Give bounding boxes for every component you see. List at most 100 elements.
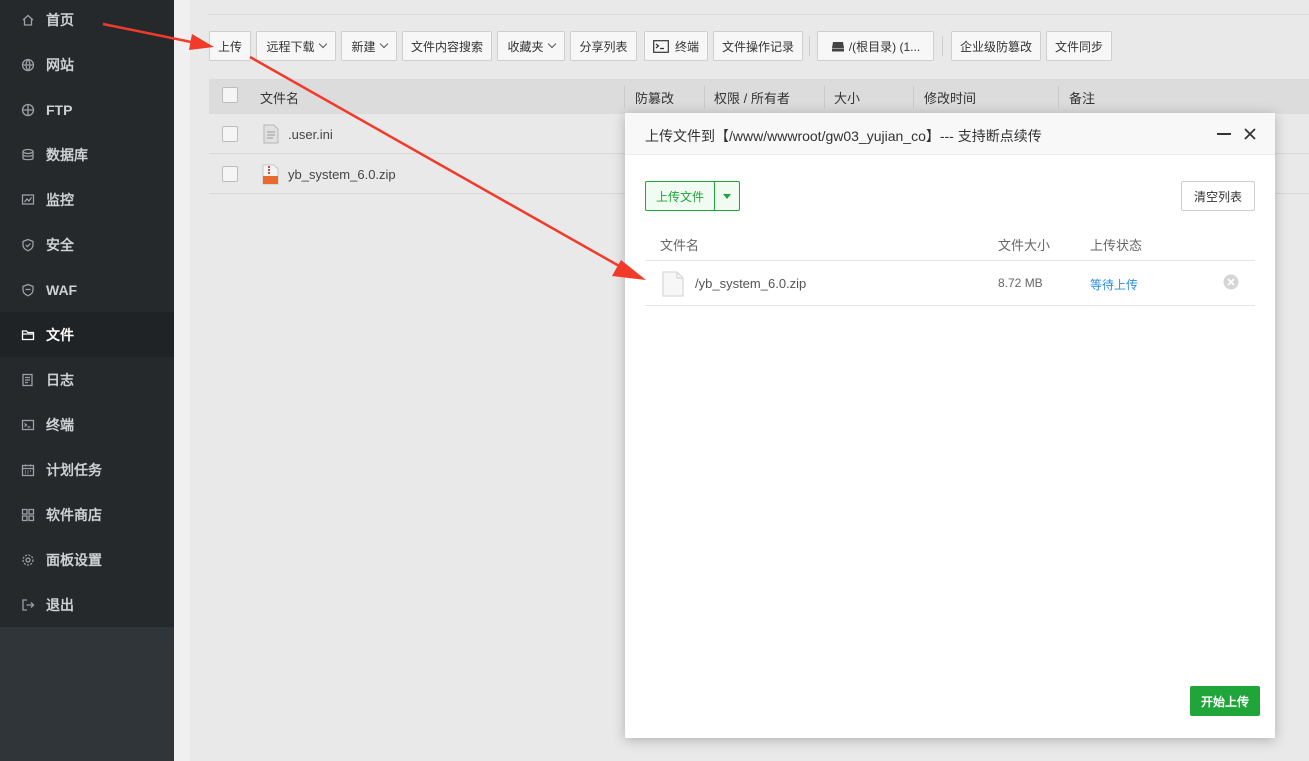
upload-file-button-group: 上传文件 (645, 181, 740, 211)
column-divider (913, 86, 914, 108)
sidebar-item-logout[interactable]: 退出 (0, 582, 174, 627)
column-divider (624, 86, 625, 108)
home-icon (20, 12, 36, 28)
sidebar-item-websites[interactable]: 网站 (0, 42, 174, 87)
operation-log-button[interactable]: 文件操作记录 (713, 31, 803, 61)
divider (645, 305, 1255, 306)
upload-file-name: /yb_system_6.0.zip (695, 276, 807, 291)
sidebar-menu: 首页 网站 FTP 数据库 监控 安全 WAF 文件 日志 终端 计划任务 软件… (0, 0, 174, 627)
share-list-button[interactable]: 分享列表 (570, 31, 637, 61)
sidebar-item-label: 计划任务 (46, 461, 102, 478)
file-name[interactable]: .user.ini (288, 127, 333, 142)
divider (645, 260, 1255, 261)
upload-button[interactable]: 上传 (209, 31, 251, 61)
chevron-down-icon (318, 39, 327, 49)
terminal-icon (653, 39, 669, 53)
column-header-tamper[interactable]: 防篡改 (635, 88, 674, 107)
sidebar-item-label: WAF (46, 281, 78, 298)
column-header-size[interactable]: 大小 (834, 88, 860, 107)
sidebar-item-label: 首页 (46, 11, 74, 28)
sidebar-item-waf[interactable]: WAF (0, 267, 174, 312)
upload-header-status: 上传状态 (1090, 238, 1143, 253)
remote-download-button[interactable]: 远程下载 (256, 31, 336, 61)
row-checkbox[interactable] (222, 126, 238, 142)
column-header-name[interactable]: 文件名 (260, 88, 299, 107)
caret-down-icon (723, 193, 731, 199)
sidebar-item-monitor[interactable]: 监控 (0, 177, 174, 222)
dialog-title: 上传文件到【/www/wwwroot/gw03_yujian_co】--- 支持… (645, 128, 1042, 144)
select-all-checkbox[interactable] (222, 87, 238, 103)
disk-icon (831, 41, 844, 51)
sidebar-item-home[interactable]: 首页 (0, 0, 174, 42)
sidebar-item-settings[interactable]: 面板设置 (0, 537, 174, 582)
close-icon[interactable] (1241, 125, 1259, 143)
row-checkbox[interactable] (222, 166, 238, 182)
file-icon (662, 271, 684, 297)
upload-dialog: 上传文件到【/www/wwwroot/gw03_yujian_co】--- 支持… (625, 113, 1275, 738)
content-search-button[interactable]: 文件内容搜索 (402, 31, 492, 61)
terminal-button[interactable]: 终端 (644, 31, 708, 61)
zip-file-icon (262, 164, 279, 185)
toolbar-separator (942, 36, 943, 56)
toolbar-separator (809, 36, 810, 56)
log-icon (20, 372, 36, 388)
sidebar-item-terminal[interactable]: 终端 (0, 402, 174, 447)
tamper-proof-button[interactable]: 企业级防篡改 (951, 31, 1041, 61)
shield-icon (20, 237, 36, 253)
ftp-icon (20, 102, 36, 118)
waf-shield-icon (20, 282, 36, 298)
file-sync-button[interactable]: 文件同步 (1046, 31, 1112, 61)
upload-header-size: 文件大小 (998, 238, 1051, 253)
column-header-modified[interactable]: 修改时间 (924, 88, 976, 107)
clear-list-button[interactable]: 清空列表 (1181, 181, 1255, 211)
upload-file-size: 8.72 MB (998, 276, 1043, 290)
monitor-icon (20, 192, 36, 208)
dialog-header: 上传文件到【/www/wwwroot/gw03_yujian_co】--- 支持… (625, 113, 1275, 155)
upload-header-name: 文件名 (660, 238, 700, 253)
sidebar-item-logs[interactable]: 日志 (0, 357, 174, 402)
sidebar-item-ftp[interactable]: FTP (0, 87, 174, 132)
column-divider (1058, 86, 1059, 108)
grid-icon (20, 507, 36, 523)
file-name[interactable]: yb_system_6.0.zip (288, 167, 396, 182)
column-header-remark[interactable]: 备注 (1069, 88, 1095, 107)
column-header-permissions[interactable]: 权限 / 所有者 (714, 88, 790, 107)
upload-file-status: 等待上传 (1090, 278, 1139, 292)
sidebar-item-label: 软件商店 (46, 506, 102, 523)
sidebar-item-label: FTP (46, 101, 73, 118)
column-divider (824, 86, 825, 108)
sidebar: 首页 网站 FTP 数据库 监控 安全 WAF 文件 日志 终端 计划任务 软件… (0, 0, 174, 761)
calendar-icon (20, 462, 36, 478)
sidebar-item-label: 数据库 (46, 146, 88, 163)
globe-icon (20, 57, 36, 73)
sidebar-item-files[interactable]: 文件 (0, 312, 174, 357)
gear-icon (20, 552, 36, 568)
disk-button[interactable]: /(根目录) (1... (817, 31, 934, 61)
minimize-icon[interactable] (1217, 133, 1231, 135)
chevron-down-icon (547, 39, 556, 49)
upload-file-button[interactable]: 上传文件 (646, 182, 715, 210)
favorites-button[interactable]: 收藏夹 (497, 31, 565, 61)
sidebar-item-app-store[interactable]: 软件商店 (0, 492, 174, 537)
sidebar-item-label: 文件 (46, 326, 74, 343)
sidebar-item-cron[interactable]: 计划任务 (0, 447, 174, 492)
sidebar-item-label: 日志 (46, 371, 74, 388)
remove-file-icon[interactable] (1223, 274, 1239, 290)
new-button[interactable]: 新建 (341, 31, 397, 61)
sidebar-item-database[interactable]: 数据库 (0, 132, 174, 177)
sidebar-item-label: 面板设置 (46, 551, 102, 568)
toolbar-divider (208, 14, 1309, 15)
sidebar-item-security[interactable]: 安全 (0, 222, 174, 267)
sidebar-item-label: 终端 (46, 416, 74, 433)
sidebar-item-label: 安全 (46, 236, 74, 253)
column-divider (704, 86, 705, 108)
folder-icon (20, 327, 36, 343)
chevron-down-icon (379, 39, 388, 49)
upload-dropdown-button[interactable] (715, 182, 739, 210)
sidebar-item-label: 网站 (46, 56, 74, 73)
text-file-icon (263, 124, 279, 144)
sidebar-item-label: 退出 (46, 596, 74, 613)
start-upload-button[interactable]: 开始上传 (1190, 686, 1260, 716)
database-icon (20, 147, 36, 163)
logout-icon (20, 597, 36, 613)
